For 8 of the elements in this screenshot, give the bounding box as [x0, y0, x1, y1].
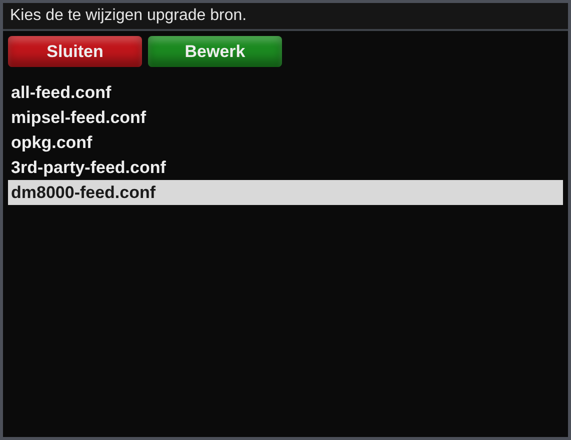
dialog-button[interactable]: Sluiten — [8, 36, 142, 67]
list-item[interactable]: all-feed.conf — [8, 80, 563, 105]
window-title: Kies de te wijzigen upgrade bron. — [10, 6, 247, 26]
dialog-button[interactable]: Bewerk — [148, 36, 282, 67]
list-item[interactable]: opkg.conf — [8, 130, 563, 155]
list-item[interactable]: dm8000-feed.conf — [8, 180, 563, 205]
list-item[interactable]: mipsel-feed.conf — [8, 105, 563, 130]
list-item[interactable]: 3rd-party-feed.conf — [8, 155, 563, 180]
